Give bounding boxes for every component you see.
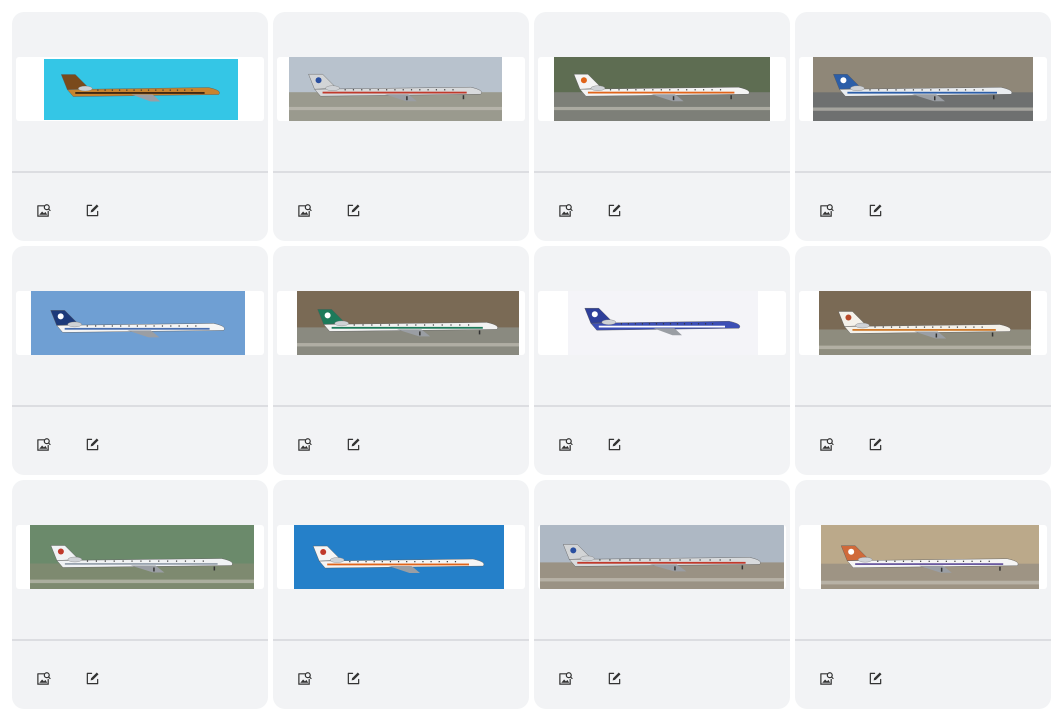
gallery-card[interactable] — [12, 246, 268, 475]
image-search-button[interactable] — [817, 435, 835, 453]
edit-button[interactable] — [866, 435, 884, 453]
gallery-card[interactable] — [795, 480, 1051, 709]
edit-icon — [608, 672, 620, 684]
card-divider — [795, 171, 1051, 173]
edit-icon — [608, 438, 620, 450]
aircraft-photo[interactable] — [289, 57, 502, 121]
edit-icon — [86, 438, 98, 450]
edit-button[interactable] — [83, 201, 101, 219]
image-search-icon — [297, 203, 312, 217]
thumbnail-frame — [277, 57, 525, 121]
aircraft-photo[interactable] — [821, 525, 1039, 589]
aircraft-photo[interactable] — [44, 59, 238, 120]
image-search-button[interactable] — [34, 669, 52, 687]
gallery-card[interactable] — [12, 12, 268, 241]
aircraft-photo[interactable] — [297, 291, 519, 355]
image-search-icon — [819, 203, 834, 217]
card-divider — [12, 171, 268, 173]
edit-icon — [347, 672, 359, 684]
aircraft-photo[interactable] — [813, 57, 1033, 121]
image-search-icon — [558, 437, 573, 451]
edit-button[interactable] — [866, 201, 884, 219]
aircraft-photo[interactable] — [554, 57, 770, 121]
image-search-icon — [297, 671, 312, 685]
card-divider — [795, 405, 1051, 407]
card-divider — [12, 405, 268, 407]
aircraft-photo[interactable] — [568, 291, 758, 355]
thumbnail-frame — [16, 57, 264, 121]
aircraft-gallery — [0, 0, 1063, 710]
edit-icon — [347, 438, 359, 450]
thumbnail-frame — [277, 291, 525, 355]
thumbnail-frame — [538, 57, 786, 121]
image-search-button[interactable] — [34, 201, 52, 219]
thumbnail-frame — [538, 291, 786, 355]
image-search-icon — [819, 437, 834, 451]
edit-icon — [869, 672, 881, 684]
edit-button[interactable] — [83, 669, 101, 687]
image-search-icon — [558, 203, 573, 217]
gallery-card[interactable] — [534, 246, 790, 475]
gallery-card[interactable] — [273, 246, 529, 475]
card-divider — [273, 639, 529, 641]
card-divider — [534, 405, 790, 407]
gallery-card[interactable] — [534, 12, 790, 241]
edit-button[interactable] — [83, 435, 101, 453]
thumbnail-frame — [16, 525, 264, 589]
image-search-icon — [558, 671, 573, 685]
image-search-button[interactable] — [295, 201, 313, 219]
card-divider — [273, 405, 529, 407]
edit-icon — [608, 204, 620, 216]
image-search-button[interactable] — [817, 669, 835, 687]
gallery-card[interactable] — [534, 480, 790, 709]
thumbnail-frame — [277, 525, 525, 589]
card-divider — [534, 639, 790, 641]
edit-button[interactable] — [605, 435, 623, 453]
image-search-icon — [36, 203, 51, 217]
aircraft-photo[interactable] — [294, 525, 504, 589]
aircraft-photo[interactable] — [819, 291, 1031, 355]
image-search-icon — [297, 437, 312, 451]
gallery-card[interactable] — [273, 480, 529, 709]
aircraft-photo[interactable] — [31, 291, 245, 355]
image-search-button[interactable] — [295, 669, 313, 687]
image-search-icon — [36, 671, 51, 685]
aircraft-photo[interactable] — [30, 525, 254, 589]
card-divider — [795, 639, 1051, 641]
edit-icon — [869, 438, 881, 450]
card-divider — [12, 639, 268, 641]
edit-button[interactable] — [344, 435, 362, 453]
image-search-button[interactable] — [295, 435, 313, 453]
aircraft-photo[interactable] — [540, 525, 784, 589]
thumbnail-frame — [799, 525, 1047, 589]
image-search-button[interactable] — [556, 201, 574, 219]
thumbnail-frame — [799, 57, 1047, 121]
image-search-icon — [36, 437, 51, 451]
gallery-card[interactable] — [795, 246, 1051, 475]
edit-button[interactable] — [866, 669, 884, 687]
image-search-icon — [819, 671, 834, 685]
image-search-button[interactable] — [34, 435, 52, 453]
card-divider — [534, 171, 790, 173]
gallery-card[interactable] — [273, 12, 529, 241]
edit-button[interactable] — [605, 201, 623, 219]
image-search-button[interactable] — [817, 201, 835, 219]
edit-icon — [347, 204, 359, 216]
gallery-card[interactable] — [12, 480, 268, 709]
thumbnail-frame — [538, 525, 786, 589]
edit-button[interactable] — [344, 201, 362, 219]
gallery-card[interactable] — [795, 12, 1051, 241]
thumbnail-frame — [16, 291, 264, 355]
edit-button[interactable] — [344, 669, 362, 687]
edit-icon — [86, 672, 98, 684]
image-search-button[interactable] — [556, 435, 574, 453]
edit-icon — [869, 204, 881, 216]
edit-button[interactable] — [605, 669, 623, 687]
card-divider — [273, 171, 529, 173]
edit-icon — [86, 204, 98, 216]
image-search-button[interactable] — [556, 669, 574, 687]
thumbnail-frame — [799, 291, 1047, 355]
